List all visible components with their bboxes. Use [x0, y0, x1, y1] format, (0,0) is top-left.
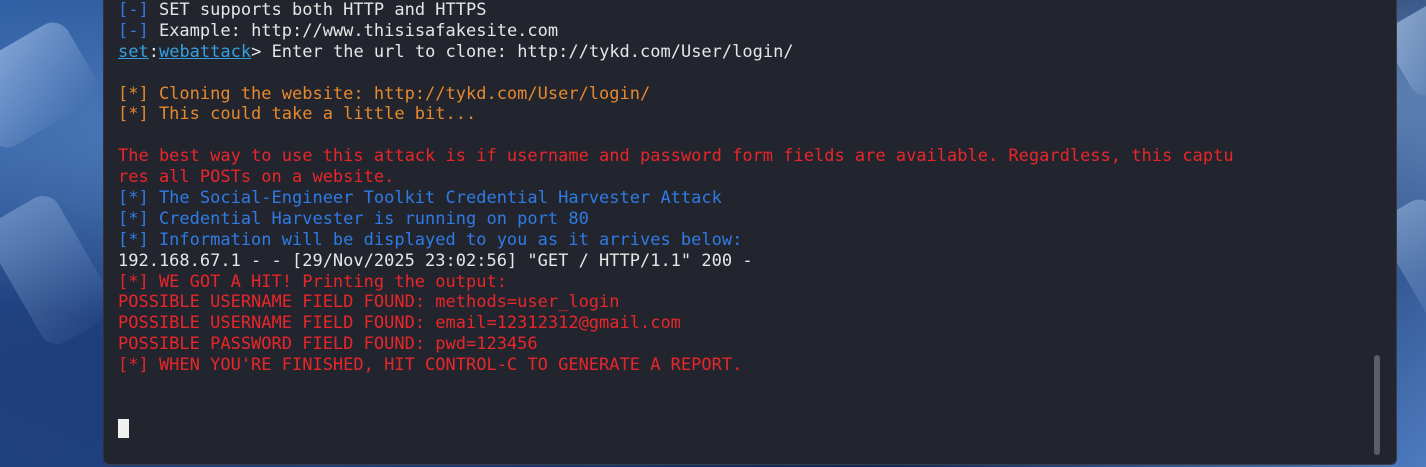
terminal-text: POSSIBLE USERNAME FIELD FOUND: email=123…: [118, 313, 681, 334]
terminal-line: The best way to use this attack is if us…: [118, 146, 1368, 167]
wallpaper-shape: [0, 189, 120, 351]
terminal-line: set:webattack> Enter the url to clone: h…: [118, 42, 1368, 63]
terminal-line: [*] WHEN YOU'RE FINISHED, HIT CONTROL-C …: [118, 355, 1368, 376]
terminal-line: [*] WE GOT A HIT! Printing the output:: [118, 272, 1368, 293]
terminal-text: [-]: [118, 20, 149, 41]
terminal-line: [*] Information will be displayed to you…: [118, 230, 1368, 251]
terminal-text: The best way to use this attack is if us…: [118, 146, 1234, 167]
terminal-text: [*] This could take a little bit...: [118, 104, 477, 125]
terminal-text: [*] WHEN YOU'RE FINISHED, HIT CONTROL-C …: [118, 355, 743, 376]
terminal-text: [*] Information will be displayed to you…: [118, 229, 743, 250]
terminal-output: [-] SET supports both HTTP and HTTPS [-] …: [118, 0, 1368, 376]
terminal-text: :: [148, 41, 159, 62]
terminal-line: [*] Credential Harvester is running on p…: [118, 209, 1368, 230]
terminal-line: 192.168.67.1 - - [29/Nov/2025 23:02:56] …: [118, 251, 1368, 272]
terminal-line: [*] Cloning the website: http://tykd.com…: [118, 84, 1368, 105]
terminal-line: res all POSTs on a website.: [118, 167, 1368, 188]
terminal-line: [*] This could take a little bit...: [118, 104, 1368, 125]
terminal-cursor: [118, 419, 129, 438]
terminal-text: Example: http://www.thisisafakesite.com: [148, 20, 559, 41]
terminal-line: [*] The Social-Engineer Toolkit Credenti…: [118, 188, 1368, 209]
terminal-line: POSSIBLE USERNAME FIELD FOUND: methods=u…: [118, 292, 1368, 313]
wallpaper-shape: [0, 16, 105, 154]
terminal-text: res all POSTs on a website.: [118, 167, 395, 188]
terminal-text: > Enter the url to clone: http://tykd.co…: [251, 41, 794, 62]
terminal-text: POSSIBLE USERNAME FIELD FOUND: methods=u…: [118, 292, 620, 313]
terminal-text: [*] Cloning the website: http://tykd.com…: [118, 83, 651, 104]
terminal-text: [*] The Social-Engineer Toolkit Credenti…: [118, 188, 722, 209]
terminal-window[interactable]: [-] SET supports both HTTP and HTTPS [-] …: [103, 0, 1397, 465]
terminal-line: [-] Example: http://www.thisisafakesite.…: [118, 21, 1368, 42]
terminal-prompt-link[interactable]: webattack: [159, 42, 251, 62]
terminal-text: [*] WE GOT A HIT! Printing the output:: [118, 271, 507, 292]
terminal-text: SET supports both HTTP and HTTPS: [148, 0, 487, 20]
terminal-scrollbar[interactable]: [1374, 355, 1380, 455]
terminal-line: POSSIBLE PASSWORD FIELD FOUND: pwd=12345…: [118, 334, 1368, 355]
terminal-line: [-] SET supports both HTTP and HTTPS: [118, 0, 1368, 21]
terminal-prompt-link[interactable]: set: [118, 42, 149, 62]
terminal-line: POSSIBLE USERNAME FIELD FOUND: email=123…: [118, 313, 1368, 334]
terminal-text: [*] Credential Harvester is running on p…: [118, 208, 589, 229]
terminal-text: POSSIBLE PASSWORD FIELD FOUND: pwd=12345…: [118, 334, 538, 355]
terminal-text: [-]: [118, 0, 149, 20]
terminal-text: 192.168.67.1 - - [29/Nov/2025 23:02:56] …: [118, 250, 753, 271]
